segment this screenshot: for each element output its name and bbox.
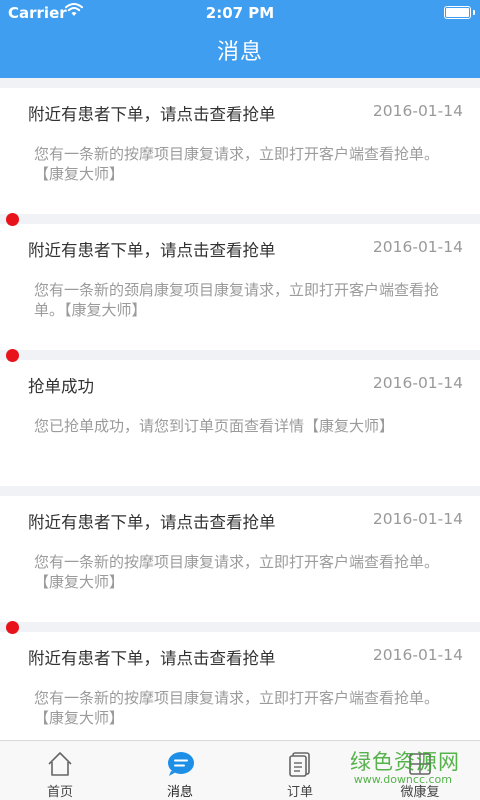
tab-messages[interactable]: 消息 xyxy=(120,741,240,800)
tab-home[interactable]: 首页 xyxy=(0,741,120,800)
message-date: 2016-01-14 xyxy=(372,102,463,120)
message-body: 您有一条新的按摩项目康复请求，立即打开客户端查看抢单。【康复大师】 xyxy=(34,689,440,727)
unread-dot xyxy=(6,349,19,362)
message-date: 2016-01-14 xyxy=(372,510,463,528)
message-date: 2016-01-14 xyxy=(372,374,463,392)
page-title: 消息 xyxy=(216,40,263,65)
message-item[interactable]: 附近有患者下单，请点击查看抢单 2016-01-14 您有一条新的颈肩康复项目康… xyxy=(0,213,480,350)
message-title: 附近有患者下单，请点击查看抢单 xyxy=(28,513,276,532)
message-title: 附近有患者下单，请点击查看抢单 xyxy=(28,105,276,124)
watermark-logo: 绿色资源网 xyxy=(350,750,460,774)
message-list: 附近有患者下单，请点击查看抢单 2016-01-14 您有一条新的按摩项目康复请… xyxy=(0,88,480,768)
tab-home-label: 首页 xyxy=(46,785,73,800)
header-bar: Carrier 2:07 PM 消息 xyxy=(0,0,480,78)
message-title: 附近有患者下单，请点击查看抢单 xyxy=(28,241,276,260)
message-title: 抢单成功 xyxy=(28,377,94,396)
home-icon xyxy=(47,751,73,777)
tab-orders-label: 订单 xyxy=(286,785,313,800)
message-date: 2016-01-14 xyxy=(372,238,463,256)
message-body: 您有一条新的颈肩康复项目康复请求，立即打开客户端查看抢单。【康复大师】 xyxy=(34,281,440,319)
message-title: 附近有患者下单，请点击查看抢单 xyxy=(28,649,276,668)
message-body: 您有一条新的按摩项目康复请求，立即打开客户端查看抢单。【康复大师】 xyxy=(34,145,440,183)
unread-dot xyxy=(6,213,19,226)
document-icon xyxy=(287,751,313,777)
status-bar: Carrier 2:07 PM xyxy=(0,0,480,26)
status-time: 2:07 PM xyxy=(205,4,275,22)
battery-icon xyxy=(444,6,471,19)
message-body: 您已抢单成功，请您到订单页面查看详情【康复大师】 xyxy=(34,417,395,435)
message-item[interactable]: 附近有患者下单，请点击查看抢单 2016-01-14 您有一条新的按摩项目康复请… xyxy=(0,88,480,214)
message-item[interactable]: 附近有患者下单，请点击查看抢单 2016-01-14 您有一条新的按摩项目康复请… xyxy=(0,496,480,622)
unread-dot xyxy=(6,621,19,634)
battery-tip xyxy=(473,10,475,15)
message-item[interactable]: 抢单成功 2016-01-14 您已抢单成功，请您到订单页面查看详情【康复大师】 xyxy=(0,349,480,486)
tab-orders[interactable]: 订单 xyxy=(240,741,360,800)
message-date: 2016-01-14 xyxy=(372,646,463,664)
tab-messages-label: 消息 xyxy=(166,785,193,800)
watermark-url: www.downcc.com xyxy=(353,773,452,786)
message-body: 您有一条新的按摩项目康复请求，立即打开客户端查看抢单。【康复大师】 xyxy=(34,553,440,591)
chat-icon xyxy=(167,751,194,777)
